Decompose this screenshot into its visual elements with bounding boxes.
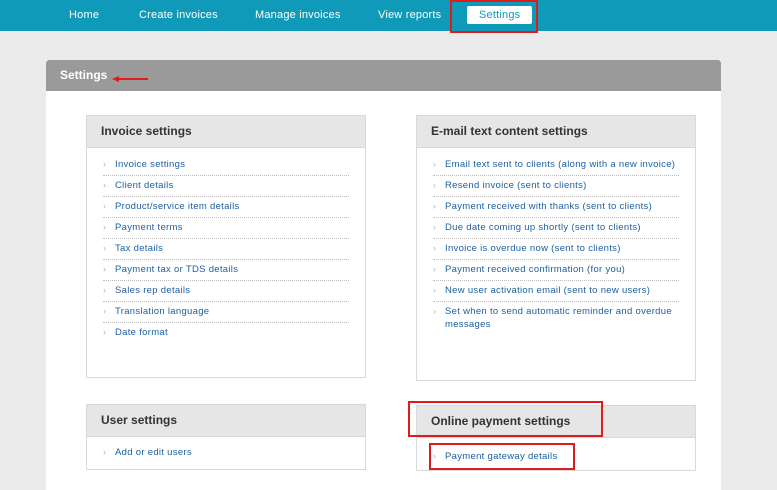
chevron-right-icon: › bbox=[103, 201, 107, 211]
nav-manage-invoices[interactable]: Manage invoices bbox=[255, 0, 341, 31]
link-sales-rep-details[interactable]: › Sales rep details bbox=[103, 281, 349, 302]
email-settings-header: E-mail text content settings bbox=[417, 116, 695, 148]
link-payment-terms[interactable]: › Payment terms bbox=[103, 218, 349, 239]
link-new-user-activation[interactable]: › New user activation email (sent to new … bbox=[433, 281, 679, 302]
chevron-right-icon: › bbox=[103, 264, 107, 274]
online-payment-settings-box: Online payment settings › Payment gateway… bbox=[416, 405, 696, 471]
link-label: Client details bbox=[115, 180, 174, 191]
link-label: Invoice is overdue now (sent to clients) bbox=[445, 243, 621, 254]
top-nav: Home Create invoices Manage invoices Vie… bbox=[0, 0, 777, 31]
link-payment-gateway-details[interactable]: › Payment gateway details bbox=[433, 447, 679, 467]
chevron-right-icon: › bbox=[433, 306, 437, 316]
chevron-right-icon: › bbox=[433, 222, 437, 232]
invoice-settings-title: Invoice settings bbox=[101, 124, 192, 138]
chevron-right-icon: › bbox=[103, 327, 107, 337]
link-label: Product/service item details bbox=[115, 201, 240, 212]
chevron-right-icon: › bbox=[103, 285, 107, 295]
invoice-settings-list: › Invoice settings › Client details › Produ… bbox=[103, 155, 349, 343]
link-client-details[interactable]: › Client details bbox=[103, 176, 349, 197]
chevron-right-icon: › bbox=[433, 180, 437, 190]
chevron-right-icon: › bbox=[433, 201, 437, 211]
online-payment-settings-title: Online payment settings bbox=[431, 414, 571, 428]
link-label: Payment terms bbox=[115, 222, 183, 233]
arrow-left-icon bbox=[112, 76, 148, 82]
chevron-right-icon: › bbox=[433, 285, 437, 295]
chevron-right-icon: › bbox=[433, 451, 437, 461]
link-due-date-coming-up[interactable]: › Due date coming up shortly (sent to cli… bbox=[433, 218, 679, 239]
online-payment-settings-list: › Payment gateway details bbox=[433, 447, 679, 467]
user-settings-list: › Add or edit users bbox=[103, 443, 349, 463]
email-settings-title: E-mail text content settings bbox=[431, 124, 588, 138]
link-payment-received-confirmation[interactable]: › Payment received confirmation (for you) bbox=[433, 260, 679, 281]
nav-settings[interactable]: Settings bbox=[467, 6, 533, 24]
link-label: Email text sent to clients (along with a… bbox=[445, 159, 676, 170]
link-label: Date format bbox=[115, 327, 168, 338]
nav-create-invoices[interactable]: Create invoices bbox=[139, 0, 218, 31]
email-settings-box: E-mail text content settings › Email text… bbox=[416, 115, 696, 381]
link-add-edit-users[interactable]: › Add or edit users bbox=[103, 443, 349, 463]
invoice-settings-header: Invoice settings bbox=[87, 116, 365, 148]
user-settings-box: User settings › Add or edit users bbox=[86, 404, 366, 470]
link-label: Translation language bbox=[115, 306, 210, 317]
link-email-new-invoice[interactable]: › Email text sent to clients (along with … bbox=[433, 155, 679, 176]
email-settings-list: › Email text sent to clients (along with … bbox=[433, 155, 679, 335]
user-settings-title: User settings bbox=[101, 413, 178, 427]
chevron-right-icon: › bbox=[103, 306, 107, 316]
chevron-right-icon: › bbox=[103, 222, 107, 232]
link-label: New user activation email (sent to new u… bbox=[445, 285, 651, 296]
user-settings-header: User settings bbox=[87, 405, 365, 437]
chevron-right-icon: › bbox=[433, 243, 437, 253]
link-payment-received-thanks[interactable]: › Payment received with thanks (sent to c… bbox=[433, 197, 679, 218]
link-resend-invoice[interactable]: › Resend invoice (sent to clients) bbox=[433, 176, 679, 197]
link-date-format[interactable]: › Date format bbox=[103, 323, 349, 343]
link-automatic-reminder[interactable]: › Set when to send automatic reminder and… bbox=[433, 302, 679, 335]
online-payment-settings-header: Online payment settings bbox=[417, 406, 695, 438]
link-translation-language[interactable]: › Translation language bbox=[103, 302, 349, 323]
link-label: Due date coming up shortly (sent to clie… bbox=[445, 222, 641, 233]
link-payment-tax-tds-details[interactable]: › Payment tax or TDS details bbox=[103, 260, 349, 281]
page-title: Settings bbox=[60, 68, 108, 82]
chevron-right-icon: › bbox=[103, 180, 107, 190]
invoice-settings-box: Invoice settings › Invoice settings › Clie… bbox=[86, 115, 366, 378]
link-label: Resend invoice (sent to clients) bbox=[445, 180, 587, 191]
link-label: Payment tax or TDS details bbox=[115, 264, 239, 275]
link-label: Sales rep details bbox=[115, 285, 191, 296]
link-invoice-settings[interactable]: › Invoice settings bbox=[103, 155, 349, 176]
link-label: Set when to send automatic reminder and … bbox=[445, 306, 672, 330]
chevron-right-icon: › bbox=[433, 264, 437, 274]
chevron-right-icon: › bbox=[103, 159, 107, 169]
chevron-right-icon: › bbox=[433, 159, 437, 169]
chevron-right-icon: › bbox=[103, 447, 107, 457]
link-label: Payment received with thanks (sent to cl… bbox=[445, 201, 653, 212]
link-label: Tax details bbox=[115, 243, 164, 254]
link-tax-details[interactable]: › Tax details bbox=[103, 239, 349, 260]
link-product-service-item-details[interactable]: › Product/service item details bbox=[103, 197, 349, 218]
link-label: Payment gateway details bbox=[445, 451, 558, 462]
nav-view-reports[interactable]: View reports bbox=[378, 0, 441, 31]
link-label: Add or edit users bbox=[115, 447, 192, 458]
link-invoice-overdue[interactable]: › Invoice is overdue now (sent to clients… bbox=[433, 239, 679, 260]
link-label: Payment received confirmation (for you) bbox=[445, 264, 626, 275]
chevron-right-icon: › bbox=[103, 243, 107, 253]
link-label: Invoice settings bbox=[115, 159, 186, 170]
nav-home[interactable]: Home bbox=[69, 0, 99, 31]
